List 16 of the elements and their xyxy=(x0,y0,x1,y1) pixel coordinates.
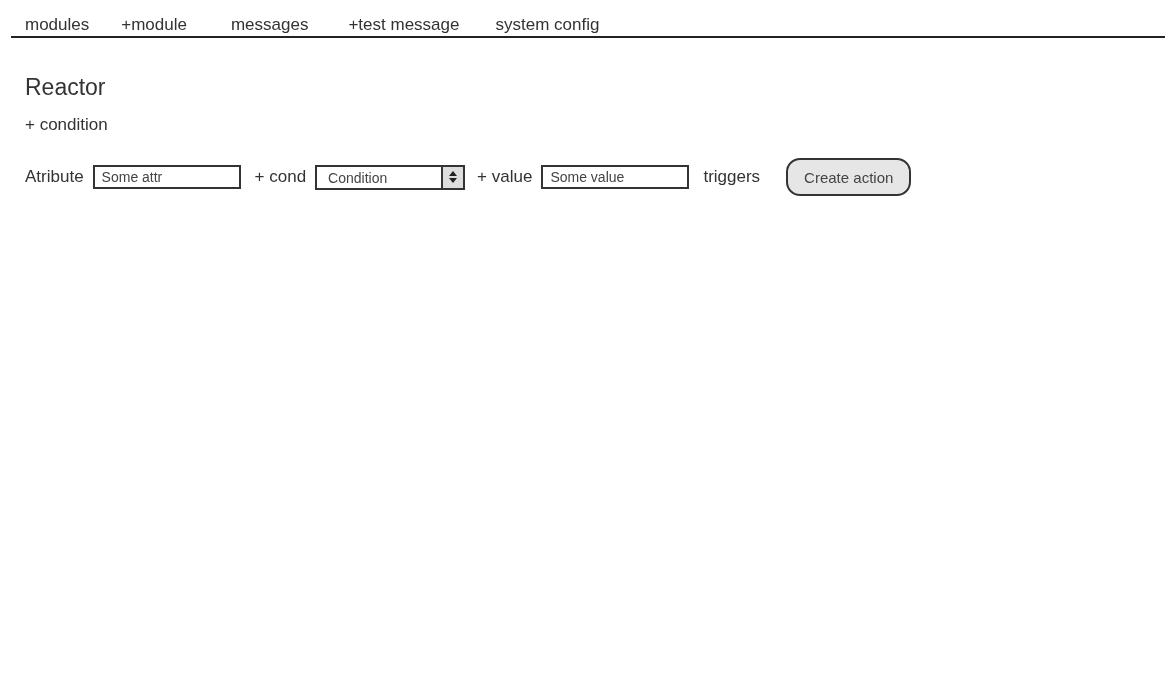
nav-link[interactable]: modules xyxy=(25,15,90,35)
nav-link[interactable]: +module xyxy=(121,15,187,35)
input-field[interactable]: Some attr xyxy=(92,165,241,189)
spinner-icon xyxy=(441,166,464,188)
condition-select[interactable]: Condition xyxy=(315,164,466,190)
field-label: triggers xyxy=(703,167,761,187)
field-label: + cond xyxy=(254,167,307,187)
nav-link[interactable]: system config xyxy=(495,15,600,35)
add-condition-link[interactable]: + condition xyxy=(25,115,108,135)
page-title: Reactor xyxy=(25,73,107,101)
nav-link[interactable]: messages xyxy=(230,15,309,35)
input-field[interactable]: Some value xyxy=(541,165,690,189)
create-action-button[interactable]: Create action xyxy=(786,158,912,196)
nav-link[interactable]: +test message xyxy=(348,15,460,35)
field-label: Atribute xyxy=(25,167,84,187)
field-label: + value xyxy=(477,167,533,187)
